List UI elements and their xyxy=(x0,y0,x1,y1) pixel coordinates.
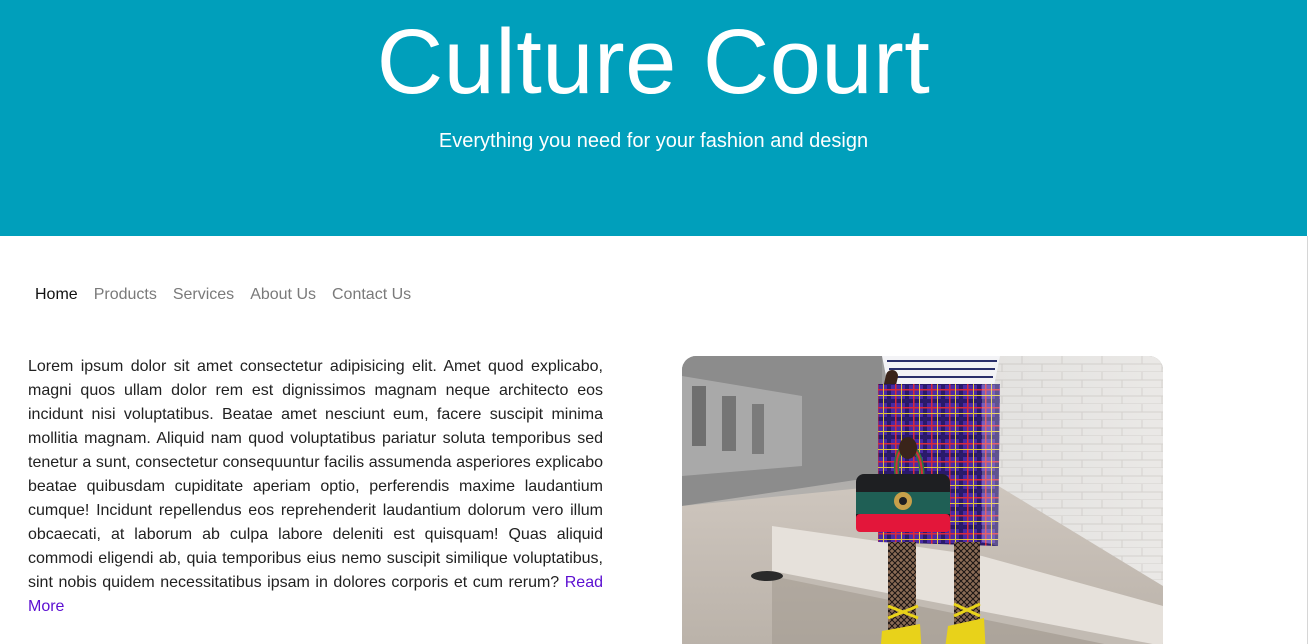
intro-text: Lorem ipsum dolor sit amet consectetur a… xyxy=(28,358,603,591)
page: Culture Court Everything you need for yo… xyxy=(0,0,1308,644)
nav-item-contact-us[interactable]: Contact Us xyxy=(324,283,419,307)
nav-item-home[interactable]: Home xyxy=(27,283,86,307)
nav-item-services[interactable]: Services xyxy=(165,283,242,307)
nav-item-about-us[interactable]: About Us xyxy=(242,283,324,307)
fashion-photo xyxy=(682,356,1163,644)
intro-paragraph: Lorem ipsum dolor sit amet consectetur a… xyxy=(28,355,603,619)
site-header: Culture Court Everything you need for yo… xyxy=(0,0,1307,236)
site-tagline: Everything you need for your fashion and… xyxy=(438,130,869,152)
nav-item-products[interactable]: Products xyxy=(86,283,165,307)
main-nav: Home Products Services About Us Contact … xyxy=(27,283,419,307)
fashion-photo-illustration xyxy=(682,356,1163,644)
site-title: Culture Court xyxy=(376,11,931,113)
